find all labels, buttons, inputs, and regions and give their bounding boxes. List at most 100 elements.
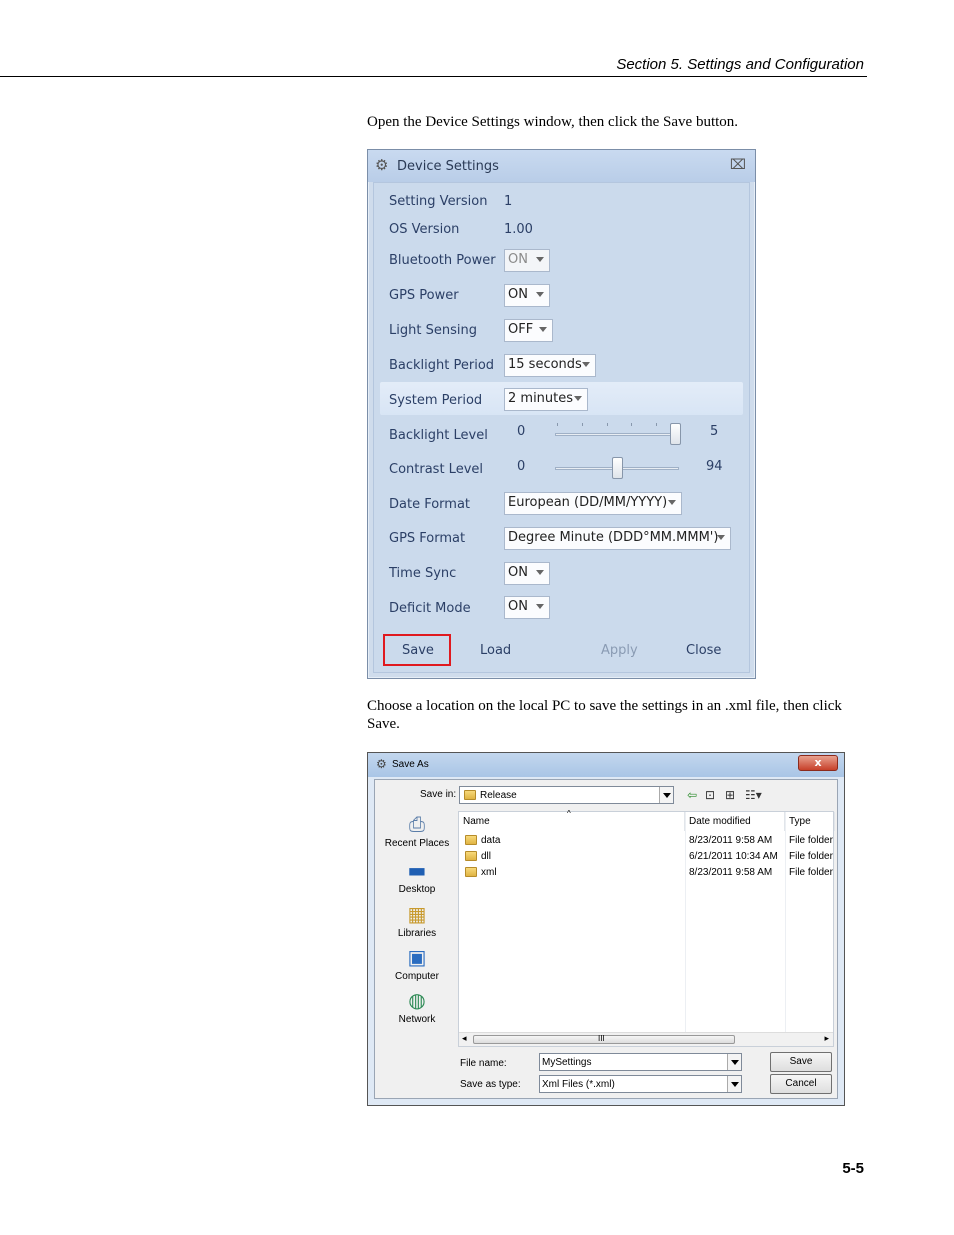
- system-period-select[interactable]: 2 minutes: [504, 388, 588, 411]
- file-date-cell: 6/21/2011 10:34 AM: [689, 851, 778, 862]
- time-sync-select[interactable]: ON: [504, 562, 550, 585]
- deficit-mode-select[interactable]: ON: [504, 596, 550, 619]
- save-in-value: Release: [480, 790, 517, 801]
- folder-icon: [464, 790, 476, 800]
- bluetooth-power-select[interactable]: ON: [504, 249, 550, 272]
- scroll-right-icon[interactable]: ▸: [824, 1033, 829, 1044]
- save-button[interactable]: Save: [402, 643, 434, 658]
- place-libraries[interactable]: ▦ Libraries: [378, 902, 456, 939]
- column-type-label: Type: [789, 816, 811, 827]
- time-sync-value: ON: [508, 565, 528, 580]
- close-button[interactable]: Close: [686, 643, 721, 658]
- network-icon: ◍: [408, 988, 426, 1012]
- recent-places-icon: ⎙: [409, 812, 425, 836]
- save-button[interactable]: Save: [770, 1052, 832, 1072]
- save-as-type-label: Save as type:: [460, 1079, 521, 1090]
- place-computer[interactable]: ▣ Computer: [378, 945, 456, 982]
- libraries-icon: ▦: [407, 902, 427, 926]
- chevron-down-icon: [582, 362, 590, 367]
- save-as-client: Save in: Release ⇦ ⊡ ⊞ ☷▾ ⎙ Recent Place…: [374, 779, 838, 1099]
- deficit-mode-label: Deficit Mode: [389, 601, 471, 616]
- file-name-input[interactable]: MySettings: [539, 1053, 742, 1071]
- gear-icon: ⚙: [376, 757, 387, 771]
- device-settings-titlebar: ⚙ Device Settings ⌧: [368, 150, 755, 182]
- deficit-mode-value: ON: [508, 599, 528, 614]
- chevron-down-icon: [539, 327, 547, 332]
- backlight-level-min: 0: [517, 424, 526, 439]
- column-header-type[interactable]: Type: [785, 812, 835, 831]
- gps-power-select[interactable]: ON: [504, 284, 550, 307]
- save-as-titlebar: ⚙ Save As x: [368, 753, 844, 777]
- time-sync-label: Time Sync: [389, 566, 457, 581]
- close-icon[interactable]: x: [798, 755, 838, 771]
- chevron-down-icon[interactable]: [659, 787, 673, 803]
- device-settings-body: Setting Version 1 OS Version 1.00 Blueto…: [373, 182, 750, 673]
- computer-icon: ▣: [407, 945, 427, 969]
- backlight-level-label: Backlight Level: [389, 428, 488, 443]
- device-settings-window: ⚙ Device Settings ⌧ Setting Version 1 OS…: [367, 149, 756, 679]
- file-name-cell: data: [481, 835, 501, 846]
- chevron-down-icon: [536, 570, 544, 575]
- gps-format-label: GPS Format: [389, 531, 466, 546]
- file-type-cell: File folder: [789, 867, 833, 878]
- backlight-period-value: 15 seconds: [508, 357, 582, 372]
- light-sensing-select[interactable]: OFF: [504, 319, 553, 342]
- save-in-select[interactable]: Release: [459, 786, 674, 804]
- system-period-label: System Period: [389, 393, 483, 408]
- up-folder-icon[interactable]: ⊡: [705, 788, 715, 802]
- place-recent-places[interactable]: ⎙ Recent Places: [378, 812, 456, 849]
- gps-format-select[interactable]: Degree Minute (DDD°MM.MMM'): [504, 527, 731, 550]
- place-desktop[interactable]: ▬ Desktop: [378, 858, 456, 895]
- system-period-value: 2 minutes: [508, 391, 574, 406]
- scrollbar-thumb[interactable]: III: [473, 1034, 735, 1044]
- backlight-period-select[interactable]: 15 seconds: [504, 354, 596, 377]
- apply-button[interactable]: Apply: [601, 643, 638, 658]
- header-rule: [0, 76, 867, 77]
- place-label: Network: [398, 1014, 436, 1025]
- place-label: Recent Places: [384, 838, 450, 849]
- chevron-down-icon[interactable]: [727, 1054, 741, 1070]
- date-format-select[interactable]: European (DD/MM/YYYY): [504, 492, 682, 515]
- column-header-name[interactable]: Name ^: [459, 809, 685, 831]
- slider-tick: [656, 423, 657, 426]
- close-icon[interactable]: ⌧: [729, 157, 747, 173]
- new-folder-icon[interactable]: ⊞: [725, 788, 735, 802]
- gps-power-label: GPS Power: [389, 288, 459, 303]
- save-as-type-select[interactable]: Xml Files (*.xml): [539, 1075, 742, 1093]
- chevron-down-icon[interactable]: [727, 1076, 741, 1092]
- os-version-label: OS Version: [389, 222, 460, 237]
- place-label: Libraries: [397, 928, 437, 939]
- desktop-icon: ▬: [407, 858, 427, 882]
- backlight-level-thumb[interactable]: [670, 423, 681, 445]
- date-format-label: Date Format: [389, 497, 471, 512]
- slider-tick: [631, 423, 632, 426]
- file-type-cell: File folder: [789, 851, 833, 862]
- chevron-down-icon: [536, 292, 544, 297]
- scrollbar-grip: III: [598, 1034, 605, 1043]
- view-menu-icon[interactable]: ☷▾: [745, 788, 762, 802]
- horizontal-scrollbar[interactable]: ◂ III ▸: [459, 1032, 833, 1046]
- load-button[interactable]: Load: [480, 643, 511, 658]
- date-format-value: European (DD/MM/YYYY): [508, 495, 668, 510]
- backlight-level-track[interactable]: [555, 433, 681, 436]
- back-arrow-icon[interactable]: ⇦: [687, 788, 697, 802]
- file-date-cell: 8/23/2011 9:58 AM: [689, 835, 773, 846]
- slider-tick: [607, 423, 608, 426]
- place-label: Computer: [395, 971, 439, 982]
- cancel-button[interactable]: Cancel: [770, 1074, 832, 1094]
- contrast-level-thumb[interactable]: [611, 457, 623, 479]
- gps-format-value: Degree Minute (DDD°MM.MMM'): [508, 530, 719, 545]
- backlight-period-label: Backlight Period: [389, 358, 495, 373]
- contrast-level-max: 94: [706, 459, 723, 474]
- setting-version-label: Setting Version: [389, 194, 488, 209]
- page-number: 5-5: [842, 1160, 864, 1177]
- save-in-label: Save in:: [420, 789, 457, 800]
- window-title: Device Settings: [397, 159, 499, 174]
- file-type-cell: File folder: [789, 835, 833, 846]
- contrast-level-label: Contrast Level: [389, 462, 483, 477]
- file-name-label: File name:: [460, 1058, 507, 1069]
- scroll-left-icon[interactable]: ◂: [462, 1033, 467, 1044]
- column-header-date[interactable]: Date modified: [685, 812, 785, 831]
- place-network[interactable]: ◍ Network: [378, 988, 456, 1025]
- light-sensing-label: Light Sensing: [389, 323, 477, 338]
